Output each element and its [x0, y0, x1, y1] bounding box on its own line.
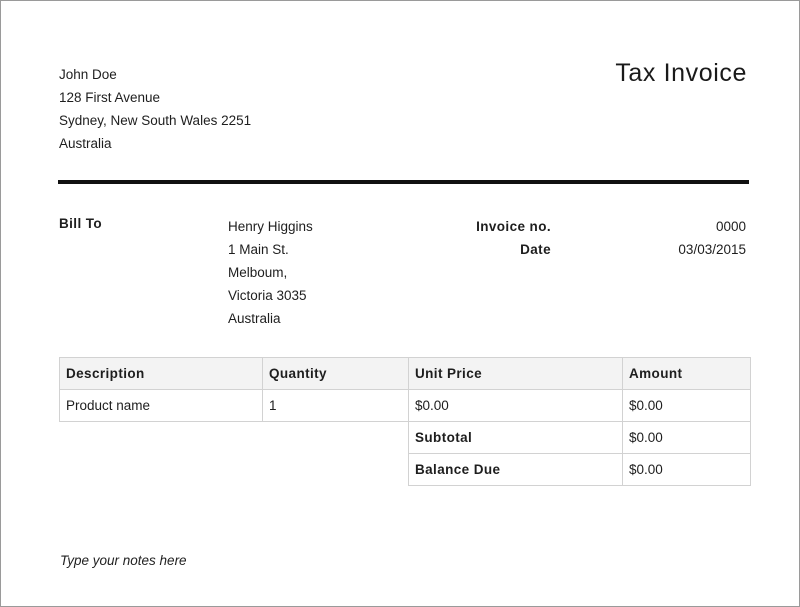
invoice-meta-values: 0000 03/03/2015: [678, 215, 746, 261]
header-quantity: Quantity: [262, 357, 409, 390]
bill-to-line2: Melboum,: [228, 265, 288, 280]
header-unit-price: Unit Price: [408, 357, 623, 390]
invoice-date: 03/03/2015: [678, 242, 746, 257]
bill-to-line3: Victoria 3035: [228, 288, 307, 303]
sender-country: Australia: [59, 136, 112, 151]
bill-to-label: Bill To: [59, 216, 103, 231]
bill-to-line1: 1 Main St.: [228, 242, 289, 257]
table-header-row: Description Quantity Unit Price Amount: [59, 357, 751, 390]
notes-text[interactable]: Type your notes here: [60, 553, 187, 568]
cell-description: Product name: [59, 389, 263, 422]
invoice-date-label: Date: [520, 242, 551, 257]
blank-cell: [262, 421, 409, 454]
sender-address: John Doe 128 First Avenue Sydney, New So…: [59, 63, 251, 155]
subtotal-value: $0.00: [622, 421, 751, 454]
invoice-number-label: Invoice no.: [476, 219, 551, 234]
sender-address-line1: 128 First Avenue: [59, 90, 161, 105]
blank-cell: [59, 453, 263, 486]
table-row: Product name 1 $0.00 $0.00: [59, 389, 751, 422]
cell-amount: $0.00: [622, 389, 751, 422]
invoice-meta-labels: Invoice no. Date: [476, 215, 551, 261]
balance-due-value: $0.00: [622, 453, 751, 486]
invoice-number: 0000: [715, 219, 746, 234]
balance-due-row: Balance Due $0.00: [59, 453, 751, 486]
header-description: Description: [59, 357, 263, 390]
invoice-page: John Doe 128 First Avenue Sydney, New So…: [0, 0, 800, 607]
subtotal-label: Subtotal: [408, 421, 623, 454]
header-divider: [58, 180, 749, 184]
sender-name: John Doe: [59, 67, 117, 82]
blank-cell: [262, 453, 409, 486]
subtotal-row: Subtotal $0.00: [59, 421, 751, 454]
cell-quantity: 1: [262, 389, 409, 422]
bill-to-address: Henry Higgins 1 Main St. Melboum, Victor…: [228, 215, 313, 330]
header-amount: Amount: [622, 357, 751, 390]
balance-due-label: Balance Due: [408, 453, 623, 486]
blank-cell: [59, 421, 263, 454]
cell-unit-price: $0.00: [408, 389, 623, 422]
line-items-table: Description Quantity Unit Price Amount P…: [59, 357, 751, 486]
document-title: Tax Invoice: [615, 59, 747, 87]
bill-to-name: Henry Higgins: [228, 219, 313, 234]
sender-address-line2: Sydney, New South Wales 2251: [59, 113, 252, 128]
bill-to-country: Australia: [228, 311, 281, 326]
